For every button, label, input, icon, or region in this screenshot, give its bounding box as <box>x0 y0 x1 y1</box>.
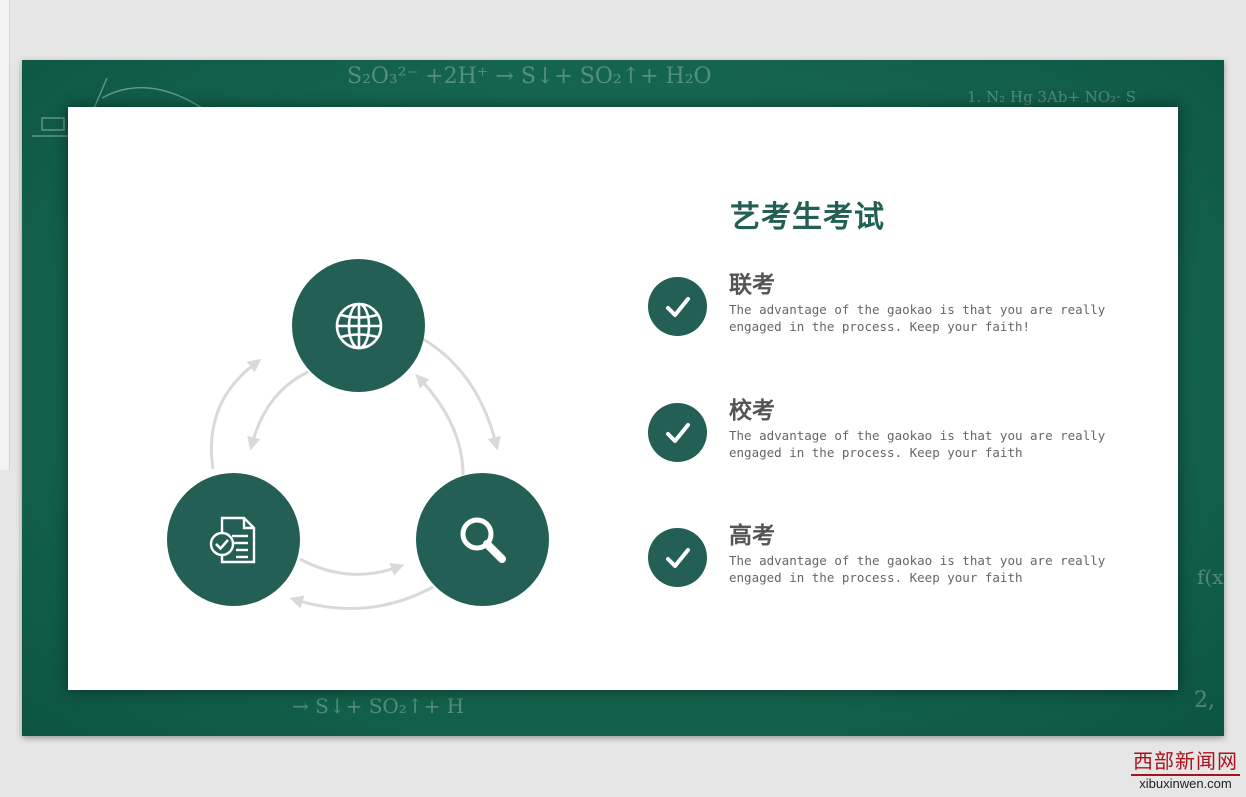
checkmark-badge <box>648 277 707 336</box>
item-title: 高考 <box>729 523 775 549</box>
cycle-node-document <box>167 473 300 606</box>
globe-icon <box>335 302 382 349</box>
thumbnail-panel-edge[interactable] <box>0 0 10 470</box>
chalk-function: f(x) = <box>1197 565 1224 589</box>
checkmark-icon <box>665 296 690 317</box>
checkmark-badge <box>648 528 707 587</box>
cycle-node-search <box>416 473 549 606</box>
chalk-formula-top: S₂O₃²⁻ +2H⁺ → S↓+ SO₂↑+ H₂O <box>347 64 712 89</box>
watermark-chinese: 西部新闻网 <box>1131 745 1240 776</box>
item-title: 校考 <box>729 398 775 424</box>
content-card: 艺考生考试 联考 The advantage of the gaokao is … <box>68 107 1178 690</box>
checkmark-icon <box>665 422 690 443</box>
document-check-icon <box>209 516 255 563</box>
cycle-arrows <box>209 337 501 610</box>
chalk-number: 2, <box>1194 688 1215 713</box>
watermark-url: xibuxinwen.com <box>1139 776 1232 791</box>
list-item: 校考 The advantage of the gaokao is that y… <box>648 391 1128 471</box>
chalk-formula-bottom: → S↓+ SO₂↑+ H <box>292 694 465 718</box>
item-description: The advantage of the gaokao is that you … <box>729 553 1106 585</box>
slide[interactable]: S₂O₃²⁻ +2H⁺ → S↓+ SO₂↑+ H₂O 1. N₂ Hg 3Ab… <box>22 60 1224 736</box>
item-title: 联考 <box>729 272 775 298</box>
chalk-formula-top-right: 1. N₂ Hg 3Ab+ NO₂· S <box>967 88 1136 106</box>
checkmark-badge <box>648 403 707 462</box>
magnifier-icon <box>460 517 506 563</box>
item-description: The advantage of the gaokao is that you … <box>729 302 1106 334</box>
list-item: 高考 The advantage of the gaokao is that y… <box>648 516 1128 596</box>
slide-title: 艺考生考试 <box>730 200 885 235</box>
site-watermark: 西部新闻网 xibuxinwen.com <box>1131 745 1240 791</box>
checkmark-icon <box>665 547 690 568</box>
item-description: The advantage of the gaokao is that you … <box>729 428 1106 460</box>
cycle-node-globe <box>292 259 425 392</box>
list-item: 联考 The advantage of the gaokao is that y… <box>648 265 1128 345</box>
